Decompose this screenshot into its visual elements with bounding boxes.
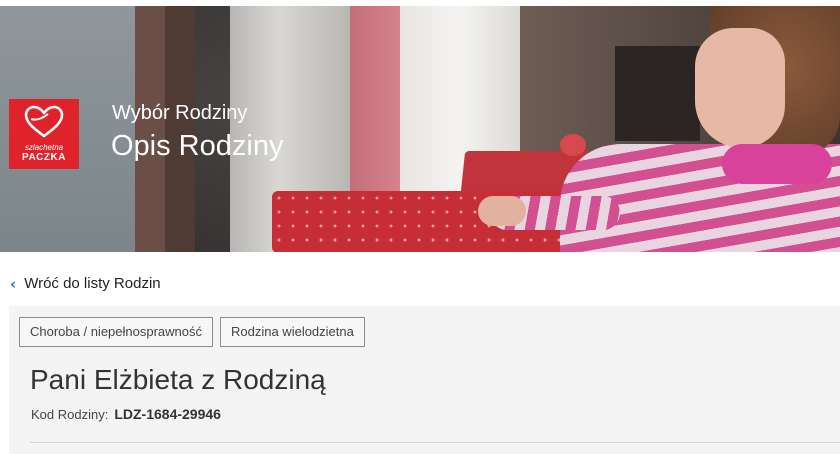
chevron-left-icon: ‹: [10, 275, 17, 293]
tag-illness[interactable]: Choroba / niepełnosprawność: [19, 317, 213, 347]
heart-icon: [24, 105, 64, 138]
family-code-value: LDZ-1684-29946: [114, 406, 221, 422]
hero-subtitle: Wybór Rodziny: [112, 102, 248, 124]
logo-text-top: szlachetna: [24, 143, 64, 152]
family-code: Kod Rodziny: LDZ-1684-29946: [31, 406, 221, 422]
tag-large-family[interactable]: Rodzina wielodzietna: [220, 317, 365, 347]
szlachetna-paczka-logo[interactable]: szlachetna PACZKA: [9, 99, 79, 169]
page-title: Opis Rodziny: [111, 130, 284, 162]
divider: [30, 442, 840, 443]
family-tags: Choroba / niepełnosprawność Rodzina wiel…: [19, 317, 365, 347]
back-to-list-link[interactable]: ‹ Wróć do listy Rodzin: [10, 275, 161, 293]
hero-photo-child-collar: [722, 144, 832, 184]
family-card: Choroba / niepełnosprawność Rodzina wiel…: [9, 306, 840, 454]
logo-text-bottom: PACZKA: [22, 152, 66, 163]
back-link-label: Wróć do listy Rodzin: [24, 275, 161, 292]
family-code-label: Kod Rodziny:: [31, 407, 109, 422]
family-name: Pani Elżbieta z Rodziną: [30, 364, 326, 395]
hero-photo-shelf: [615, 46, 700, 141]
hero-photo-child-face: [695, 28, 785, 148]
hero-photo-frame-shadow: [165, 6, 195, 252]
hero-photo-gift-bow: [560, 134, 586, 156]
hero-banner: szlachetna PACZKA Wybór Rodziny Opis Rod…: [0, 6, 840, 252]
hero-photo-child-hand: [478, 196, 526, 226]
